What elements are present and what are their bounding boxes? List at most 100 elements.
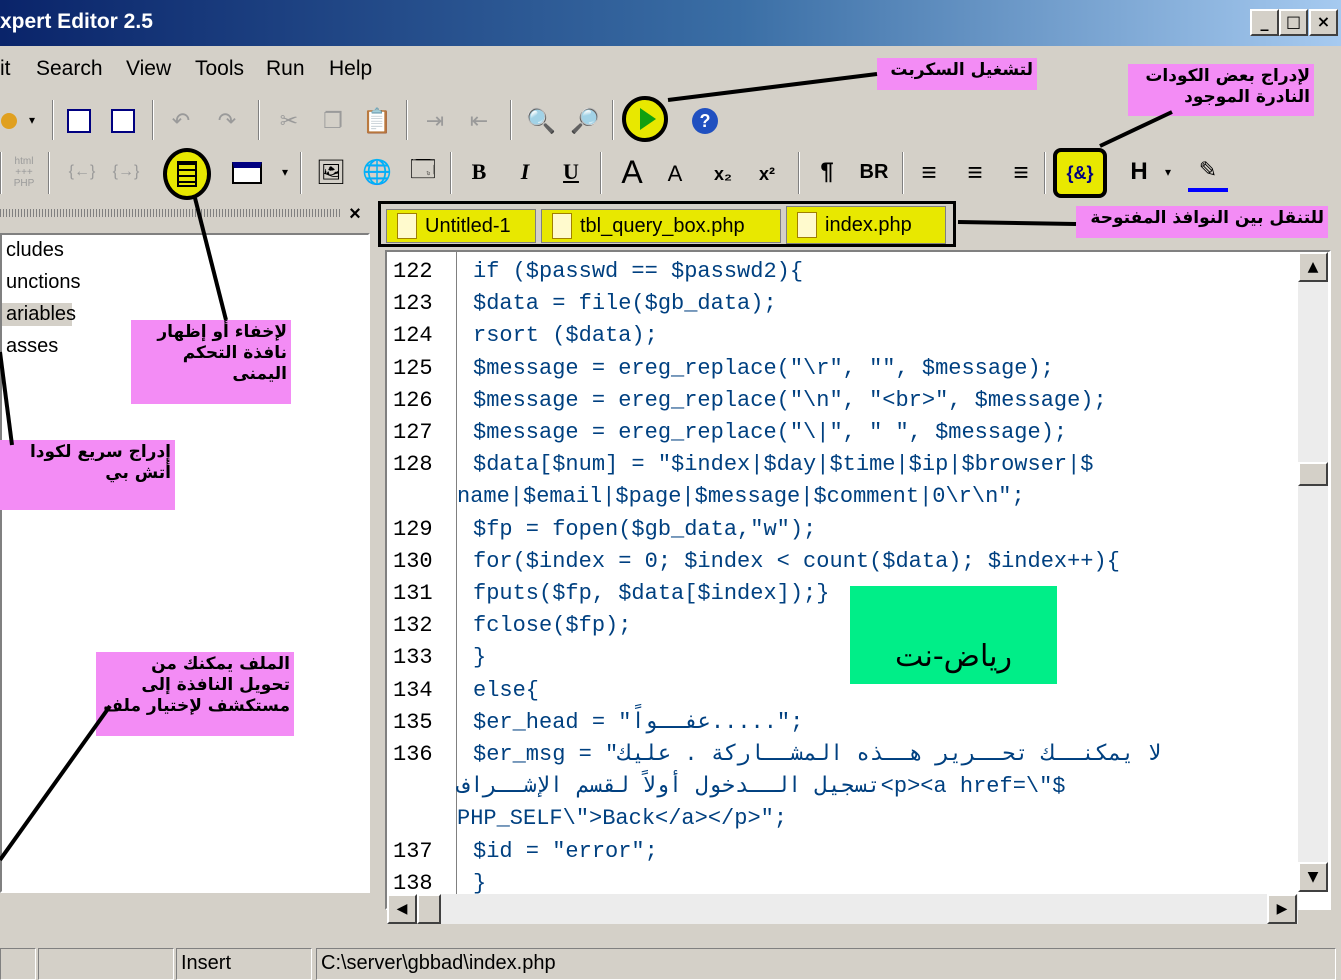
- panel-toggle-icon: [177, 161, 197, 187]
- tab-untitled-1[interactable]: Untitled-1: [386, 209, 536, 243]
- status-bar: Insert C:\server\gbbad\index.php: [0, 944, 1341, 980]
- heading-dropdown-icon[interactable]: ▾: [1160, 160, 1176, 184]
- cut-icon[interactable]: ✂: [272, 104, 306, 138]
- separator: [48, 152, 50, 194]
- annotation-toggle-panel: لإخفاء أو إظهار نافذة التحكم اليمنى: [131, 320, 291, 404]
- line-number: 123: [393, 291, 433, 317]
- font-larger-button[interactable]: A: [612, 150, 652, 194]
- line-number: 132: [393, 613, 433, 639]
- horizontal-scrollbar[interactable]: ◀ ▶: [387, 894, 1298, 924]
- line-number: 124: [393, 323, 433, 349]
- file-icon: [397, 213, 417, 239]
- highlight-color-icon[interactable]: ✎: [1188, 152, 1228, 192]
- align-right-icon[interactable]: ≡: [1004, 152, 1038, 192]
- code-line: $message = ereg_replace("\n", "<br>", $m…: [473, 387, 1107, 413]
- toggle-panel-button[interactable]: [163, 148, 211, 200]
- special-chars-button[interactable]: {&}: [1053, 148, 1107, 198]
- panel-close-button[interactable]: ×: [344, 202, 366, 226]
- line-number: 136: [393, 742, 433, 767]
- brace-right-icon[interactable]: {→}: [106, 152, 146, 192]
- separator: [612, 100, 614, 140]
- paragraph-button[interactable]: ¶: [810, 152, 844, 192]
- code-line: $data[$num] = "$index|$day|$time|$ip|$br…: [473, 452, 1094, 478]
- status-cell: [38, 948, 174, 980]
- code-line: rsort ($data);: [473, 323, 658, 349]
- code-line: $data = file($gb_data);: [473, 291, 777, 317]
- separator: [406, 100, 408, 140]
- brace-left-icon[interactable]: {←}: [62, 152, 102, 192]
- open-icon[interactable]: [0, 104, 18, 138]
- insert-link-icon[interactable]: 🌐: [358, 152, 396, 192]
- window-layout-icon[interactable]: [222, 156, 272, 190]
- title-bar[interactable]: xpert Editor 2.5 _ □ ×: [0, 0, 1341, 46]
- redo-icon[interactable]: ↷: [210, 104, 244, 138]
- html-php-icon[interactable]: html +++ PHP: [8, 150, 40, 194]
- maximize-button[interactable]: □: [1279, 9, 1308, 36]
- separator: [258, 100, 260, 140]
- tree-item-classes[interactable]: asses: [2, 335, 62, 358]
- vertical-scrollbar[interactable]: ▲ ▼: [1298, 252, 1328, 892]
- tab-index-php[interactable]: index.php: [786, 206, 946, 244]
- save-icon[interactable]: [62, 104, 96, 138]
- line-number: 133: [393, 645, 433, 671]
- separator: [450, 152, 452, 194]
- hscroll-thumb[interactable]: [417, 894, 441, 924]
- undo-icon[interactable]: ↶: [164, 104, 198, 138]
- find-icon[interactable]: 🔍: [524, 104, 558, 138]
- outdent-icon[interactable]: ⇤: [462, 104, 496, 138]
- status-cell: [0, 948, 36, 980]
- separator: [902, 152, 904, 194]
- indent-icon[interactable]: ⇥: [418, 104, 452, 138]
- menu-edit[interactable]: it: [0, 57, 11, 81]
- insert-image-icon[interactable]: 🖼: [312, 152, 350, 192]
- scroll-right-button[interactable]: ▶: [1267, 894, 1297, 924]
- superscript-button[interactable]: x²: [750, 156, 784, 192]
- tree-item-variables[interactable]: ariables: [2, 303, 76, 326]
- separator: [300, 152, 302, 194]
- scroll-thumb[interactable]: [1298, 462, 1328, 486]
- scroll-left-button[interactable]: ◀: [387, 894, 417, 924]
- underline-button[interactable]: U: [556, 152, 586, 192]
- close-button[interactable]: ×: [1309, 9, 1338, 36]
- layout-dropdown-icon[interactable]: ▾: [278, 160, 292, 184]
- paste-icon[interactable]: 📋: [360, 104, 394, 138]
- code-line: fputs($fp, $data[$index]);}: [473, 581, 830, 606]
- align-left-icon[interactable]: ≡: [912, 152, 946, 192]
- italic-button[interactable]: I: [510, 152, 540, 192]
- annotation-tabs-navigation: للتنقل بين النوافذ المفتوحة: [1076, 206, 1328, 238]
- align-center-icon[interactable]: ≡: [958, 152, 992, 192]
- tree-item-functions[interactable]: unctions: [2, 271, 85, 294]
- menu-run[interactable]: Run: [266, 57, 305, 81]
- insert-form-icon[interactable]: 🗔: [404, 152, 442, 192]
- replace-icon[interactable]: 🔎: [568, 104, 602, 138]
- heading-button[interactable]: H: [1124, 152, 1154, 192]
- menu-help[interactable]: Help: [329, 57, 372, 81]
- code-line: if ($passwd == $passwd2){: [473, 259, 804, 284]
- line-number: 128: [393, 452, 433, 478]
- help-icon[interactable]: ?: [688, 104, 722, 138]
- copy-icon[interactable]: ❐: [316, 104, 350, 138]
- minimize-button[interactable]: _: [1250, 9, 1279, 36]
- subscript-button[interactable]: x₂: [706, 156, 740, 192]
- panel-grip[interactable]: [0, 209, 340, 217]
- line-break-button[interactable]: BR: [852, 152, 896, 192]
- open-dropdown-icon[interactable]: ▾: [24, 108, 40, 132]
- tab-tbl-query-box[interactable]: tbl_query_box.php: [541, 209, 781, 243]
- menu-search[interactable]: Search: [36, 57, 103, 81]
- bold-button[interactable]: B: [464, 152, 494, 192]
- tab-label: Untitled-1: [425, 214, 511, 237]
- annotation-file-explorer: الملف يمكنك من تحويل النافذة إلى مستكشف …: [96, 652, 294, 736]
- run-script-button[interactable]: [622, 96, 668, 142]
- save-all-icon[interactable]: [106, 104, 140, 138]
- menu-tools[interactable]: Tools: [195, 57, 244, 81]
- code-line: else{: [473, 677, 540, 703]
- scroll-up-button[interactable]: ▲: [1298, 252, 1328, 282]
- code-editor[interactable]: 122 if ($passwd == $passwd2){123 $data = f…: [385, 250, 1331, 910]
- font-smaller-button[interactable]: A: [660, 156, 690, 192]
- status-mode: Insert: [176, 948, 312, 980]
- tree-item-includes[interactable]: cludes: [2, 239, 68, 262]
- code-line: }: [473, 645, 487, 671]
- scroll-down-button[interactable]: ▼: [1298, 862, 1328, 892]
- code-line: $fp = fopen($gb_data,"w");: [473, 516, 817, 542]
- menu-view[interactable]: View: [126, 57, 171, 81]
